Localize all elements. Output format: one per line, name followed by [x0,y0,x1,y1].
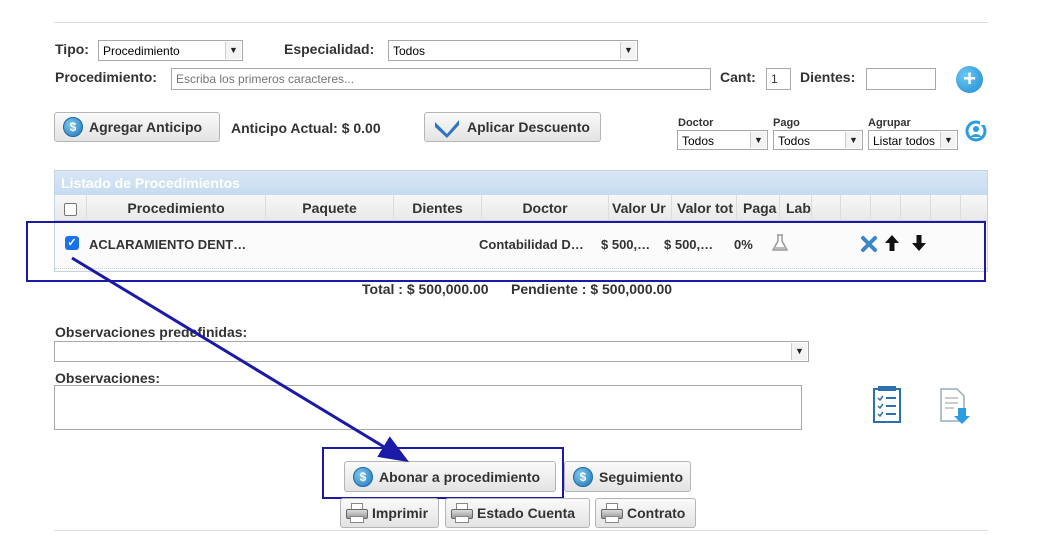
chevron-down-icon: ▼ [845,132,861,148]
doctor-filter-value: Todos [682,134,715,148]
observaciones-textarea[interactable] [54,385,802,430]
imprimir-button[interactable]: Imprimir [340,498,439,528]
header-doctor[interactable]: Doctor [482,195,609,221]
header-extra-2 [841,195,871,221]
header-dientes[interactable]: Dientes [394,195,482,221]
chevron-down-icon: ▼ [225,42,241,59]
doctor-filter-label: Doctor [678,117,714,129]
pago-filter-label: Pago [773,117,800,129]
pago-filter-select[interactable]: Todos ▼ [773,130,863,150]
top-divider [54,22,988,23]
checkmark-icon [435,120,459,138]
dientes-label: Dientes: [800,69,856,85]
printer-icon [600,503,624,523]
row-highlight-annotation [26,221,986,282]
agrupar-filter-label: Agrupar [868,117,911,129]
contrato-label: Contrato [627,505,686,521]
tipo-label: Tipo: [55,41,89,57]
header-valor-total[interactable]: Valor tot [672,195,737,221]
dientes-input[interactable] [866,68,936,90]
chevron-down-icon: ▼ [620,42,636,59]
chevron-down-icon: ▼ [750,132,766,148]
header-extra-5 [931,195,961,221]
pendiente-text: Pendiente : $ 500,000.00 [511,281,673,297]
contrato-button[interactable]: Contrato [595,498,696,528]
aplicar-descuento-label: Aplicar Descuento [467,119,590,135]
procedimiento-label: Procedimiento: [55,69,157,85]
observaciones-predefinidas-label: Observaciones predefinidas: [55,324,248,340]
header-valor-unitario[interactable]: Valor Ur [609,195,672,221]
agregar-anticipo-label: Agregar Anticipo [89,119,203,135]
table-title: Listado de Procedimientos [61,175,240,191]
observaciones-label: Observaciones: [55,370,161,386]
agregar-anticipo-button[interactable]: $ Agregar Anticipo [54,112,220,142]
agrupar-filter-value: Listar todos [873,134,936,148]
observaciones-predefinidas-select[interactable]: ▼ [54,341,809,362]
imprimir-label: Imprimir [372,505,429,521]
anticipo-actual-text: Anticipo Actual: $ 0.00 [231,120,381,136]
header-paquete[interactable]: Paquete [266,195,394,221]
especialidad-label: Especialidad: [284,41,375,57]
chevron-down-icon: ▼ [940,132,956,148]
printer-icon [345,503,369,523]
estado-cuenta-button[interactable]: Estado Cuenta [445,498,590,528]
cant-input[interactable]: 1 [766,68,791,90]
header-extra-4 [901,195,931,221]
header-lab[interactable]: Lab [780,195,812,221]
table-header: Procedimiento Paquete Dientes Doctor Val… [55,195,987,221]
procedimiento-input[interactable]: Escriba los primeros caracteres... [171,68,711,90]
checklist-document-icon[interactable] [872,386,902,424]
header-checkbox-cell [55,195,87,221]
printer-icon [450,503,474,523]
bottom-divider [54,530,988,531]
abonar-highlight-annotation [322,447,564,499]
pago-filter-value: Todos [778,134,811,148]
seguimiento-button[interactable]: $ Seguimiento [564,461,691,492]
select-all-checkbox[interactable] [64,202,77,216]
cant-label: Cant: [720,69,756,85]
estado-cuenta-label: Estado Cuenta [477,505,576,521]
seguimiento-label: Seguimiento [599,468,684,485]
refresh-users-icon[interactable] [964,119,988,143]
especialidad-select-value: Todos [393,44,426,58]
table-title-bar: Listado de Procedimientos [55,171,987,195]
especialidad-select[interactable]: Todos ▼ [388,40,638,61]
add-procedure-plus-icon[interactable]: + [956,66,983,93]
doctor-filter-select[interactable]: Todos ▼ [677,130,768,150]
tipo-select[interactable]: Procedimiento ▼ [98,40,243,61]
header-procedimiento[interactable]: Procedimiento [87,195,266,221]
tipo-select-value: Procedimiento [103,44,180,58]
dollar-coin-icon: $ [63,117,83,137]
header-pagado[interactable]: Paga [737,195,780,221]
agrupar-filter-select[interactable]: Listar todos ▼ [868,130,958,150]
total-text: Total : $ 500,000.00 [362,281,489,297]
header-extra-1 [812,195,841,221]
dollar-coin-icon: $ [573,466,593,487]
document-download-icon[interactable] [938,388,972,426]
header-extra-3 [871,195,901,221]
chevron-down-icon: ▼ [791,343,807,360]
aplicar-descuento-button[interactable]: Aplicar Descuento [424,112,601,142]
